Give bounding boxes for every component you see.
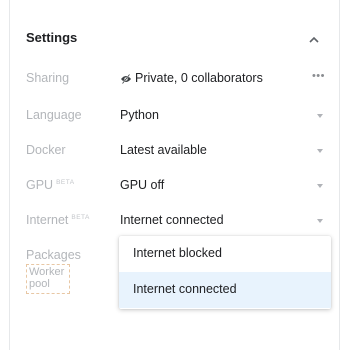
sharing-value-text: Private, 0 collaborators — [135, 71, 263, 85]
gpu-value[interactable]: GPU off — [120, 178, 164, 192]
language-value[interactable]: Python — [120, 108, 159, 122]
settings-header[interactable]: Settings — [10, 20, 339, 60]
worker-pool-label: Worker pool — [26, 264, 70, 294]
internet-dropdown-menu: Internet blocked Internet connected — [119, 236, 331, 309]
gpu-label-text: GPU — [26, 178, 54, 192]
collapse-button[interactable] — [305, 30, 323, 48]
internet-label: Internet BETA — [26, 213, 90, 227]
packages-label: Packages — [26, 248, 81, 262]
settings-panel: Settings Sharing Private, 0 collaborator… — [9, 0, 340, 350]
caret-down-icon[interactable] — [317, 184, 323, 188]
beta-badge: BETA — [71, 214, 90, 221]
sharing-value[interactable]: Private, 0 collaborators — [120, 71, 263, 85]
language-row[interactable]: Language Python — [10, 104, 339, 128]
caret-down-icon[interactable] — [317, 219, 323, 223]
gpu-label: GPU BETA — [26, 178, 75, 192]
chevron-up-icon — [309, 36, 319, 43]
caret-down-icon[interactable] — [317, 149, 323, 153]
dropdown-option-internet-connected[interactable]: Internet connected — [119, 272, 331, 308]
caret-down-icon[interactable] — [317, 114, 323, 118]
sharing-label: Sharing — [26, 71, 70, 85]
docker-row[interactable]: Docker Latest available — [10, 139, 339, 163]
settings-title: Settings — [26, 30, 78, 45]
sharing-row[interactable]: Sharing Private, 0 collaborators ••• — [10, 67, 339, 91]
internet-value[interactable]: Internet connected — [120, 213, 224, 227]
more-options-button[interactable]: ••• — [312, 70, 325, 82]
docker-label: Docker — [26, 143, 66, 157]
language-label: Language — [26, 108, 82, 122]
eye-off-icon — [121, 74, 131, 84]
docker-value[interactable]: Latest available — [120, 143, 207, 157]
internet-label-text: Internet — [26, 213, 69, 227]
internet-row[interactable]: Internet BETA Internet connected — [10, 209, 339, 233]
beta-badge: BETA — [56, 179, 75, 186]
gpu-row[interactable]: GPU BETA GPU off — [10, 174, 339, 198]
dropdown-option-internet-blocked[interactable]: Internet blocked — [119, 236, 331, 272]
